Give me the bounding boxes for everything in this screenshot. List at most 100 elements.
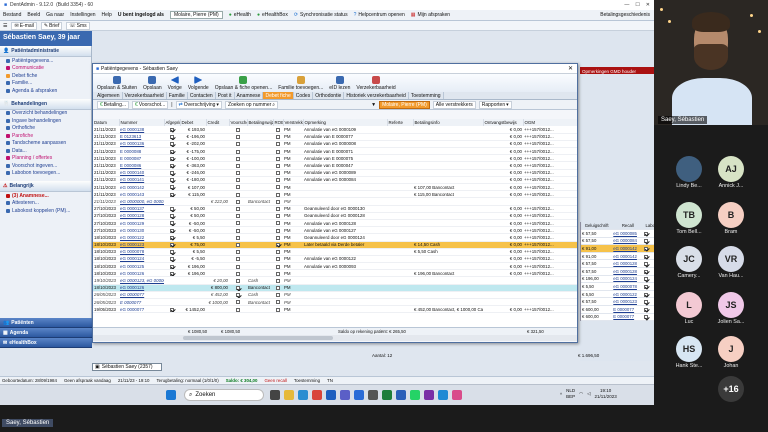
- invoice-link[interactable]: eG 0000143: [120, 192, 144, 197]
- table-row[interactable]: 21/11/2023 eG 0000141 € -180,00 PM Annulatie…: [93, 176, 577, 185]
- checkbox[interactable]: [236, 242, 240, 247]
- checkbox[interactable]: [276, 135, 280, 140]
- checkbox[interactable]: [170, 228, 174, 233]
- menu-help[interactable]: Help: [102, 12, 112, 18]
- column-header[interactable]: ROB: [273, 119, 284, 126]
- checkbox[interactable]: [170, 192, 174, 197]
- checkbox[interactable]: [236, 142, 240, 147]
- checkbox[interactable]: [276, 300, 280, 305]
- nav-orthofiche[interactable]: Orthofiche: [0, 125, 91, 133]
- invoice-link[interactable]: eG 0000123: [120, 242, 144, 247]
- side-table-row[interactable]: € 600,00E 0000077Proj: [581, 305, 654, 314]
- side-invoice-link[interactable]: eG 0000124: [613, 276, 637, 281]
- nav-anamnese[interactable]: (3) Anamnese...: [0, 192, 91, 200]
- checkbox[interactable]: [276, 235, 280, 240]
- insurability-button[interactable]: Verzekerbaarheid: [356, 76, 396, 91]
- table-row[interactable]: 27/10/2023 eG 0000130 € -50,00 PM Annulatie …: [93, 226, 577, 235]
- checkbox[interactable]: [644, 246, 649, 251]
- invoice-link[interactable]: eG 0000123, eG 0000078: [120, 278, 164, 283]
- column-header[interactable]: Datum: [93, 119, 120, 126]
- tab-anamnese[interactable]: Anamnese: [235, 92, 264, 99]
- checkbox[interactable]: [276, 257, 280, 262]
- side-invoice-link[interactable]: eG 0000142: [613, 254, 637, 259]
- checkbox[interactable]: [236, 178, 240, 183]
- volume-icon[interactable]: ◁: [587, 391, 590, 397]
- table-row[interactable]: 27/10/2023 eG 0000129 € -50,00 PM Annulatie …: [93, 219, 577, 228]
- table-row[interactable]: 26/05/2023 E 0000077 € 1000,00 Bancontact PM: [93, 298, 577, 307]
- add-family-button[interactable]: Familie toevoegen...: [278, 76, 323, 91]
- read-eid-button[interactable]: eID lezen: [329, 76, 350, 91]
- checkbox[interactable]: [276, 293, 280, 298]
- checkbox[interactable]: [276, 271, 280, 276]
- checkbox[interactable]: [276, 149, 280, 154]
- table-row[interactable]: 26/05/2023 eG 0000077 € 452,00 Cash PM: [93, 291, 577, 300]
- column-header[interactable]: Credit: [206, 119, 230, 126]
- tab-algemeen[interactable]: Algemeen: [95, 92, 123, 99]
- lang-indicator[interactable]: NLD BEP: [566, 388, 575, 400]
- tab-codes[interactable]: Codes: [294, 92, 314, 99]
- invoice-link[interactable]: eG 0000128: [120, 213, 144, 218]
- checkbox[interactable]: [644, 262, 649, 267]
- table-row[interactable]: 18/10/2023 eG 0000078 € 5,50 PM € 5,50 Cash €…: [93, 248, 577, 256]
- invoice-link[interactable]: eG 0000126: [120, 271, 144, 276]
- nav-agenda[interactable]: Agenda & afspraken: [0, 87, 91, 95]
- excel-icon[interactable]: [382, 390, 392, 400]
- checkbox[interactable]: [236, 171, 240, 176]
- side-table-row[interactable]: € 57,50eG 0000084Proj: [581, 237, 654, 246]
- nav-advance[interactable]: Voorschot ingeven...: [0, 162, 91, 170]
- checkbox[interactable]: [236, 228, 240, 233]
- column-header[interactable]: Ontvangstbewijs: [483, 119, 524, 126]
- advance-button[interactable]: € Voorschot...: [132, 100, 169, 109]
- table-row[interactable]: 18/10/2023 eG 0000126 € 196,00 PM € 196,00 B…: [93, 269, 577, 278]
- status-saldo[interactable]: Saldo: € 304,00: [226, 378, 258, 383]
- checkbox[interactable]: [276, 278, 280, 283]
- task-view-icon[interactable]: [270, 390, 280, 400]
- email-button[interactable]: ✉ E-mail: [11, 21, 37, 30]
- checkbox[interactable]: [236, 214, 240, 219]
- nav-patient-data[interactable]: Patiëntgegevens...: [0, 57, 91, 65]
- participant-tile[interactable]: Lindy Be...: [674, 156, 704, 189]
- table-row[interactable]: 21/11/2023 E 0000088 € -175,00 PM Annulatie …: [93, 147, 577, 156]
- checkbox[interactable]: [644, 269, 649, 274]
- reports-button[interactable]: Rapporten ▾: [478, 100, 512, 109]
- nav-debet-fiche[interactable]: Debet fiche: [0, 72, 91, 80]
- invoice-link[interactable]: eG 0000129: [120, 221, 144, 226]
- checkbox[interactable]: [236, 207, 240, 211]
- save-open-fiche-button[interactable]: Opslaan & fiche openen...: [215, 76, 272, 91]
- table-row[interactable]: 21/11/2023 E 0000086 € -363,00 PM Annulatie …: [93, 161, 577, 170]
- table-row[interactable]: 21/11/2023 eG 0000138 € 193,50 PM Annulatie …: [93, 126, 577, 134]
- invoice-link[interactable]: eG 0000126: [120, 285, 144, 290]
- side-invoice-link[interactable]: E 0000077: [613, 307, 634, 312]
- side-invoice-link[interactable]: eG 0000123: [613, 299, 637, 304]
- checkbox[interactable]: [276, 250, 280, 255]
- checkbox[interactable]: [276, 221, 280, 226]
- horizontal-scrollbar[interactable]: [93, 335, 577, 341]
- helpcenter-button[interactable]: ? Helpcentrum openen: [354, 12, 405, 18]
- participant-tile[interactable]: VR Van Hau...: [716, 246, 746, 279]
- checkbox[interactable]: [236, 192, 240, 197]
- menu-instellingen[interactable]: Instellingen: [70, 12, 95, 18]
- checkbox[interactable]: [170, 127, 174, 132]
- teams-icon[interactable]: [340, 390, 350, 400]
- checkbox[interactable]: [276, 171, 280, 176]
- checkbox[interactable]: [644, 284, 649, 289]
- invoice-link[interactable]: E 0000087: [120, 156, 141, 161]
- minimize-icon[interactable]: —: [624, 2, 629, 8]
- tab-orthodontie[interactable]: Orthodontie: [313, 92, 345, 99]
- checkbox[interactable]: [236, 185, 240, 190]
- invoice-link[interactable]: E 0000088: [120, 149, 141, 154]
- checkbox[interactable]: [276, 214, 280, 219]
- participant-tile[interactable]: JC Camery...: [674, 246, 704, 279]
- nav-communication[interactable]: Communicatie: [0, 65, 91, 73]
- checkbox[interactable]: [170, 149, 174, 154]
- side-invoice-link[interactable]: E 0000077: [613, 314, 634, 319]
- side-table-row[interactable]: € 196,00eG 0000124Proj: [581, 275, 654, 284]
- nav-treatment-entry[interactable]: Ingave behandelingen: [0, 117, 91, 125]
- next-button[interactable]: Volgende: [188, 76, 209, 91]
- checkbox[interactable]: [236, 250, 240, 255]
- checkbox[interactable]: [170, 242, 174, 247]
- participant-tile[interactable]: TB Tom Bell...: [674, 202, 704, 235]
- previous-button[interactable]: Vorige: [168, 76, 182, 91]
- nav-ehealthbox[interactable]: ✉ eHealthBox: [0, 338, 92, 348]
- checkbox[interactable]: [644, 307, 649, 312]
